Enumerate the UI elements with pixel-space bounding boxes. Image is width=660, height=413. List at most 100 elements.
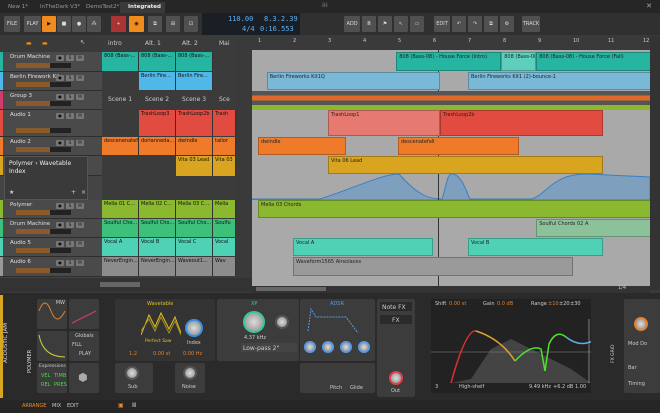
volume-fader[interactable]	[16, 248, 71, 253]
launcher-clip[interactable]: TrashLoop2b	[176, 110, 213, 136]
mixer-panel-icon[interactable]: Ⅲ	[132, 402, 136, 409]
noise-module[interactable]: Noise	[175, 363, 205, 393]
tempo[interactable]: 110.00	[228, 15, 253, 23]
arranger-clip[interactable]: descenatefall	[398, 137, 519, 155]
track-name[interactable]: Audio 5	[10, 240, 31, 246]
volume-fader[interactable]	[16, 82, 71, 87]
track-name[interactable]: Drum Machine	[10, 221, 50, 227]
eq-curve[interactable]	[431, 309, 591, 383]
solo-button[interactable]: S	[66, 94, 74, 100]
arrange-view-button[interactable]: ARRANGE	[22, 403, 46, 409]
band-q[interactable]: 1.00	[575, 384, 586, 390]
scene-header[interactable]: intro	[108, 40, 122, 47]
out-knob[interactable]	[389, 371, 403, 385]
arranger-clip[interactable]: Soulful Chords 02 A	[536, 219, 650, 237]
track-header[interactable]: Audio 5 ● S M	[0, 238, 102, 257]
play-menu-button[interactable]: PLAY	[24, 16, 41, 32]
track-name[interactable]: Drum Machine	[10, 54, 50, 60]
file-button[interactable]: FILE	[4, 16, 20, 32]
launcher-clip[interactable]: Vita 03 Lead	[176, 156, 213, 176]
launcher-clip[interactable]: Vocal C	[176, 238, 213, 256]
solo-button[interactable]: S	[66, 222, 74, 228]
scene-launch[interactable]: Sce	[219, 96, 230, 103]
record-button[interactable]: ●	[72, 16, 86, 32]
sub-module[interactable]: Sub	[115, 363, 153, 393]
arm-button[interactable]: M	[76, 94, 84, 100]
index-knob[interactable]	[185, 319, 203, 337]
launcher-clip[interactable]: 808 (Bass-...	[102, 52, 139, 71]
track-name[interactable]: Audio 6	[10, 259, 31, 265]
launcher-clip[interactable]: Vocal	[213, 238, 236, 256]
track-header[interactable]: Group 3 ● S M	[0, 91, 102, 110]
note-fx-slot[interactable]: Note FX	[380, 302, 412, 311]
vertical-scrollbar[interactable]	[650, 36, 660, 290]
mute-button[interactable]: ●	[56, 260, 64, 266]
close-window-icon[interactable]: ✕	[646, 2, 652, 10]
mute-button[interactable]: ●	[56, 75, 64, 81]
arranger-clip[interactable]: 808 (Bass-08)	[501, 52, 537, 71]
pitch-glide-module[interactable]: Pitch Glide	[300, 363, 375, 393]
pointer-icon[interactable]: ↖	[394, 16, 408, 32]
track-name[interactable]: Berlin Firework Kit	[10, 74, 60, 80]
arranger-clip[interactable]: Mella 03 Chords	[258, 200, 650, 218]
track-header[interactable]: Audio 6 ● S M	[0, 257, 102, 277]
fx-slot[interactable]: FX	[380, 315, 412, 324]
device-panel-icon[interactable]: ▣	[118, 402, 124, 409]
detune-value[interactable]: 0.00 st	[153, 351, 170, 357]
arranger-clip[interactable]: 808 (Bass-08) - House Force (Fall)	[536, 52, 650, 71]
scene-header[interactable]: Mai	[219, 40, 230, 47]
copy-icon[interactable]: ⧉	[484, 16, 498, 32]
mute-button[interactable]: ●	[56, 94, 64, 100]
decay-knob[interactable]	[322, 341, 334, 353]
folder-icon[interactable]: ▭	[410, 16, 424, 32]
scene-launch[interactable]: Scene 3	[182, 96, 206, 103]
launcher-clip[interactable]: tailor	[213, 137, 236, 155]
arranger-clip[interactable]: Waveform1565 Airsolaces	[293, 257, 573, 276]
device-chain-popup[interactable]: Polymer › Wavetable Index ★ + ×	[4, 156, 88, 200]
launcher-clip[interactable]: Trash	[213, 110, 236, 136]
shift-value[interactable]: 0.00 st	[449, 301, 466, 307]
launcher-clip[interactable]: Mella 02 C...	[139, 200, 176, 218]
punch-button[interactable]: ⊞	[166, 16, 180, 32]
mute-button[interactable]: ●	[56, 55, 64, 61]
scene-launch[interactable]: Scene 1	[108, 96, 132, 103]
arranger-clip[interactable]: Berlin Fireworks Kit1Q	[266, 72, 440, 90]
lfo-module[interactable]: MW	[37, 299, 67, 329]
scene-launch[interactable]: Scene 2	[145, 96, 169, 103]
track-button[interactable]: TRACK	[522, 16, 540, 32]
next-device[interactable]: Mod Do Bar Timing	[624, 299, 660, 393]
mute-button[interactable]: ●	[56, 241, 64, 247]
arranger-clip[interactable]: Vocal B	[468, 238, 603, 256]
add-icon[interactable]: +	[71, 189, 76, 196]
metronome-button[interactable]: ◉	[129, 16, 144, 32]
add-button[interactable]: ADD	[344, 16, 360, 32]
time-signature[interactable]: 4/4	[242, 25, 255, 33]
automation-button[interactable]: ⁂	[87, 16, 101, 32]
tab-new-1[interactable]: New 1*	[4, 2, 32, 13]
noise-knob[interactable]	[183, 366, 197, 380]
range-10[interactable]: ±10	[548, 301, 559, 307]
track-name[interactable]: Audio 2	[10, 139, 31, 145]
arm-button[interactable]: M	[76, 113, 84, 119]
launcher-clip[interactable]: Soulful Cho...	[139, 219, 176, 237]
arm-button[interactable]: M	[76, 75, 84, 81]
arm-button[interactable]: M	[76, 222, 84, 228]
dice-module[interactable]: ⬢	[69, 363, 99, 393]
track-header[interactable]: Drum Machine ● S M	[0, 52, 102, 72]
arm-button[interactable]: M	[76, 55, 84, 61]
clip-view-icon[interactable]: ▬	[26, 40, 32, 47]
zoom-level[interactable]: 1/4	[618, 285, 626, 291]
launcher-clip[interactable]: Soulful Cho...	[176, 219, 213, 237]
wavetable-display[interactable]	[141, 311, 181, 337]
launcher-clip[interactable]: dorianneda...	[139, 137, 176, 155]
solo-button[interactable]: S	[66, 260, 74, 266]
arranger-clip[interactable]: TrashLoop1	[328, 110, 440, 136]
arranger-clip[interactable]: dwindle	[258, 137, 346, 155]
track-header[interactable]: Drum Machine ● S M	[0, 219, 102, 238]
launcher-clip[interactable]: Vocal B	[139, 238, 176, 256]
cutoff-knob[interactable]	[243, 311, 265, 333]
band-freq[interactable]: 9.49 kHz	[529, 384, 551, 390]
edit-view-button[interactable]: EDIT	[67, 403, 79, 409]
eq-plus-device[interactable]: Shift 0.00 st Gain 0.0 dB Range ±10 ±20 …	[431, 299, 591, 393]
solo-button[interactable]: S	[66, 75, 74, 81]
